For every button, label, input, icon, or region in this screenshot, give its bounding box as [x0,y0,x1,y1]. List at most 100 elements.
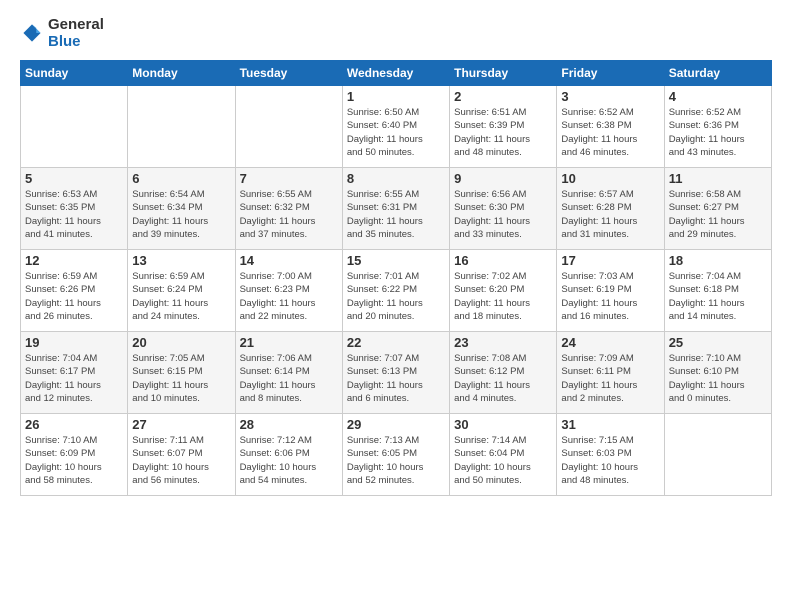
day-info: Sunrise: 7:01 AM Sunset: 6:22 PM Dayligh… [347,270,445,323]
day-info: Sunrise: 7:12 AM Sunset: 6:06 PM Dayligh… [240,434,338,487]
day-info: Sunrise: 6:55 AM Sunset: 6:31 PM Dayligh… [347,188,445,241]
day-number: 1 [347,89,445,104]
day-info: Sunrise: 7:02 AM Sunset: 6:20 PM Dayligh… [454,270,552,323]
calendar-cell: 28 Sunrise: 7:12 AM Sunset: 6:06 PM Dayli… [235,414,342,496]
calendar-week-1: 1 Sunrise: 6:50 AM Sunset: 6:40 PM Daylig… [21,86,772,168]
day-number: 18 [669,253,767,268]
calendar-cell: 6 Sunrise: 6:54 AM Sunset: 6:34 PM Daylig… [128,168,235,250]
calendar-cell: 17Sunrise: 7:03 AM Sunset: 6:19 PM Dayli… [557,250,664,332]
calendar-week-3: 12 Sunrise: 6:59 AM Sunset: 6:26 PM Dayli… [21,250,772,332]
calendar-cell [235,86,342,168]
day-number: 10 [561,171,659,186]
day-number: 2 [454,89,552,104]
day-info: Sunrise: 7:11 AM Sunset: 6:07 PM Dayligh… [132,434,230,487]
day-info: Sunrise: 6:59 AM Sunset: 6:24 PM Dayligh… [132,270,230,323]
day-info: Sunrise: 7:00 AM Sunset: 6:23 PM Dayligh… [240,270,338,323]
calendar-cell: 10 Sunrise: 6:57 AM Sunset: 6:28 PM Dayli… [557,168,664,250]
day-number: 26 [25,417,123,432]
day-info: Sunrise: 7:14 AM Sunset: 6:04 PM Dayligh… [454,434,552,487]
day-number: 4 [669,89,767,104]
day-number: 6 [132,171,230,186]
calendar-cell [664,414,771,496]
day-info: Sunrise: 6:53 AM Sunset: 6:35 PM Dayligh… [25,188,123,241]
day-number: 27 [132,417,230,432]
calendar-cell: 7Sunrise: 6:55 AM Sunset: 6:32 PM Daylig… [235,168,342,250]
calendar-cell: 2 Sunrise: 6:51 AM Sunset: 6:39 PM Daylig… [450,86,557,168]
calendar-cell: 26 Sunrise: 7:10 AM Sunset: 6:09 PM Dayli… [21,414,128,496]
weekday-header-sunday: Sunday [21,61,128,86]
main-container: General Blue SundayMondayTuesdayWednesda… [0,0,792,506]
weekday-header-saturday: Saturday [664,61,771,86]
day-number: 13 [132,253,230,268]
day-info: Sunrise: 7:13 AM Sunset: 6:05 PM Dayligh… [347,434,445,487]
day-info: Sunrise: 6:50 AM Sunset: 6:40 PM Dayligh… [347,106,445,159]
day-info: Sunrise: 6:59 AM Sunset: 6:26 PM Dayligh… [25,270,123,323]
calendar-week-5: 26 Sunrise: 7:10 AM Sunset: 6:09 PM Dayli… [21,414,772,496]
calendar-cell: 14Sunrise: 7:00 AM Sunset: 6:23 PM Dayli… [235,250,342,332]
day-info: Sunrise: 6:56 AM Sunset: 6:30 PM Dayligh… [454,188,552,241]
day-number: 25 [669,335,767,350]
day-number: 24 [561,335,659,350]
calendar-cell: 27 Sunrise: 7:11 AM Sunset: 6:07 PM Dayli… [128,414,235,496]
weekday-row: SundayMondayTuesdayWednesdayThursdayFrid… [21,61,772,86]
calendar-week-2: 5 Sunrise: 6:53 AM Sunset: 6:35 PM Daylig… [21,168,772,250]
calendar-cell: 1 Sunrise: 6:50 AM Sunset: 6:40 PM Daylig… [342,86,449,168]
calendar-cell: 29 Sunrise: 7:13 AM Sunset: 6:05 PM Dayli… [342,414,449,496]
day-number: 31 [561,417,659,432]
calendar-cell: 30 Sunrise: 7:14 AM Sunset: 6:04 PM Dayli… [450,414,557,496]
calendar-cell [128,86,235,168]
day-info: Sunrise: 7:05 AM Sunset: 6:15 PM Dayligh… [132,352,230,405]
day-number: 12 [25,253,123,268]
logo-text: General Blue [48,16,104,50]
day-info: Sunrise: 6:55 AM Sunset: 6:32 PM Dayligh… [240,188,338,241]
calendar-cell: 23Sunrise: 7:08 AM Sunset: 6:12 PM Dayli… [450,332,557,414]
day-info: Sunrise: 7:10 AM Sunset: 6:09 PM Dayligh… [25,434,123,487]
calendar-cell: 11 Sunrise: 6:58 AM Sunset: 6:27 PM Dayli… [664,168,771,250]
calendar-cell: 3Sunrise: 6:52 AM Sunset: 6:38 PM Daylig… [557,86,664,168]
calendar-cell: 4 Sunrise: 6:52 AM Sunset: 6:36 PM Daylig… [664,86,771,168]
day-info: Sunrise: 6:54 AM Sunset: 6:34 PM Dayligh… [132,188,230,241]
day-info: Sunrise: 6:52 AM Sunset: 6:36 PM Dayligh… [669,106,767,159]
day-info: Sunrise: 7:10 AM Sunset: 6:10 PM Dayligh… [669,352,767,405]
day-info: Sunrise: 6:51 AM Sunset: 6:39 PM Dayligh… [454,106,552,159]
calendar-cell: 8 Sunrise: 6:55 AM Sunset: 6:31 PM Daylig… [342,168,449,250]
calendar-table: SundayMondayTuesdayWednesdayThursdayFrid… [20,60,772,496]
calendar-cell: 21Sunrise: 7:06 AM Sunset: 6:14 PM Dayli… [235,332,342,414]
day-number: 22 [347,335,445,350]
day-info: Sunrise: 7:09 AM Sunset: 6:11 PM Dayligh… [561,352,659,405]
day-info: Sunrise: 7:06 AM Sunset: 6:14 PM Dayligh… [240,352,338,405]
day-number: 20 [132,335,230,350]
day-info: Sunrise: 7:15 AM Sunset: 6:03 PM Dayligh… [561,434,659,487]
day-info: Sunrise: 6:52 AM Sunset: 6:38 PM Dayligh… [561,106,659,159]
day-info: Sunrise: 6:58 AM Sunset: 6:27 PM Dayligh… [669,188,767,241]
calendar-cell: 24 Sunrise: 7:09 AM Sunset: 6:11 PM Dayli… [557,332,664,414]
calendar-cell: 19Sunrise: 7:04 AM Sunset: 6:17 PM Dayli… [21,332,128,414]
day-info: Sunrise: 7:08 AM Sunset: 6:12 PM Dayligh… [454,352,552,405]
day-number: 11 [669,171,767,186]
header: General Blue [20,16,772,50]
calendar-cell: 12 Sunrise: 6:59 AM Sunset: 6:26 PM Dayli… [21,250,128,332]
calendar-week-4: 19Sunrise: 7:04 AM Sunset: 6:17 PM Dayli… [21,332,772,414]
day-number: 29 [347,417,445,432]
calendar-cell: 25 Sunrise: 7:10 AM Sunset: 6:10 PM Dayli… [664,332,771,414]
calendar-cell: 16 Sunrise: 7:02 AM Sunset: 6:20 PM Dayli… [450,250,557,332]
calendar-cell: 31 Sunrise: 7:15 AM Sunset: 6:03 PM Dayli… [557,414,664,496]
calendar-cell: 15Sunrise: 7:01 AM Sunset: 6:22 PM Dayli… [342,250,449,332]
calendar-cell [21,86,128,168]
calendar-cell: 5 Sunrise: 6:53 AM Sunset: 6:35 PM Daylig… [21,168,128,250]
weekday-header-tuesday: Tuesday [235,61,342,86]
calendar-cell: 22 Sunrise: 7:07 AM Sunset: 6:13 PM Dayli… [342,332,449,414]
day-number: 28 [240,417,338,432]
day-number: 9 [454,171,552,186]
day-number: 30 [454,417,552,432]
day-number: 8 [347,171,445,186]
day-info: Sunrise: 6:57 AM Sunset: 6:28 PM Dayligh… [561,188,659,241]
day-info: Sunrise: 7:07 AM Sunset: 6:13 PM Dayligh… [347,352,445,405]
calendar-cell: 18 Sunrise: 7:04 AM Sunset: 6:18 PM Dayli… [664,250,771,332]
weekday-header-wednesday: Wednesday [342,61,449,86]
logo-icon [20,21,44,45]
day-number: 16 [454,253,552,268]
day-number: 5 [25,171,123,186]
day-info: Sunrise: 7:04 AM Sunset: 6:18 PM Dayligh… [669,270,767,323]
calendar-cell: 13 Sunrise: 6:59 AM Sunset: 6:24 PM Dayli… [128,250,235,332]
